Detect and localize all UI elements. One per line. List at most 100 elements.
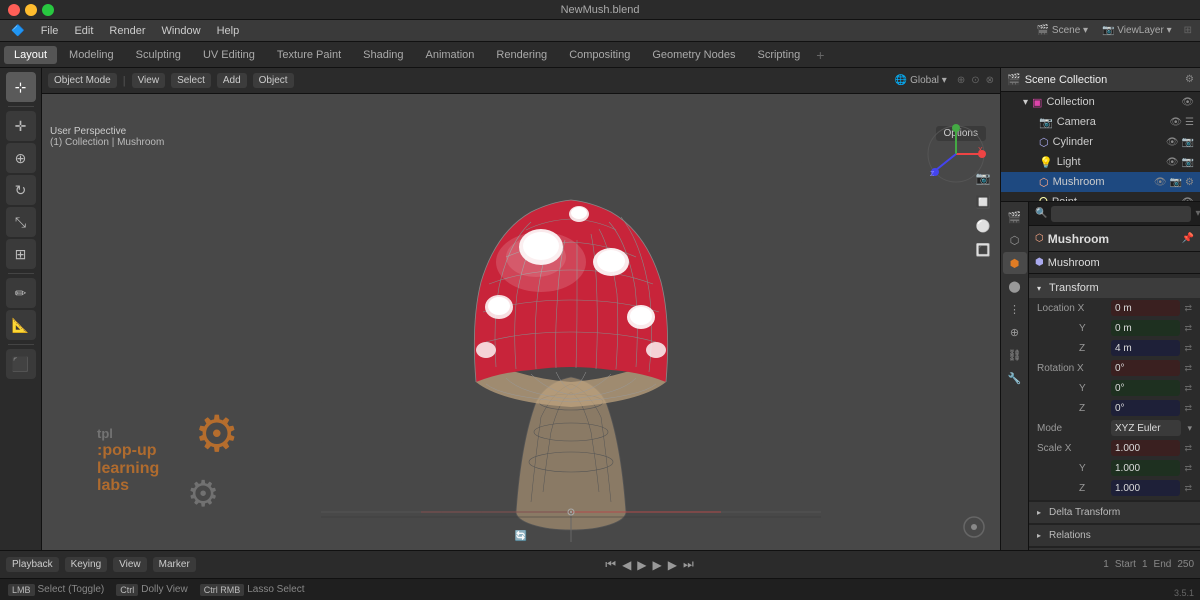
play-back-button[interactable]: ▶ bbox=[637, 558, 646, 572]
tab-layout[interactable]: Layout bbox=[4, 46, 57, 64]
eye-icon[interactable]: 👁 bbox=[1181, 97, 1194, 108]
collections-header[interactable]: ▸ Collections bbox=[1029, 547, 1200, 550]
location-y-field[interactable]: 0 m bbox=[1111, 320, 1180, 336]
global-selector[interactable]: 🌐 Global ▾ bbox=[895, 75, 947, 86]
delta-transform-header[interactable]: ▸ Delta Transform bbox=[1029, 501, 1200, 523]
rotation-y-arrow[interactable]: ⇄ bbox=[1184, 383, 1192, 394]
location-z-arrow[interactable]: ⇄ bbox=[1184, 343, 1192, 354]
scene-selector[interactable]: 🎬 Scene ▾ bbox=[1031, 25, 1094, 36]
overlay-button[interactable]: ⊗ bbox=[986, 75, 994, 86]
render-icon-light[interactable]: 📷 bbox=[1182, 157, 1194, 168]
view-menu-button[interactable]: View bbox=[132, 73, 166, 88]
mode-selector[interactable]: XYZ Euler bbox=[1111, 420, 1181, 436]
scale-z-arrow[interactable]: ⇄ bbox=[1184, 483, 1192, 494]
pin-icon[interactable]: 📌 bbox=[1182, 233, 1194, 244]
measure-tool-button[interactable]: 📐 bbox=[6, 310, 36, 340]
filter-icon[interactable]: ⚙ bbox=[1185, 74, 1194, 85]
eye-icon-light[interactable]: 👁 bbox=[1166, 157, 1179, 168]
location-y-arrow[interactable]: ⇄ bbox=[1184, 323, 1192, 334]
add-menu-button[interactable]: Add bbox=[217, 73, 247, 88]
annotate-tool-button[interactable]: ✏ bbox=[6, 278, 36, 308]
menu-file[interactable]: File bbox=[34, 23, 66, 39]
tab-shading[interactable]: Shading bbox=[353, 46, 413, 64]
play-forward-button[interactable]: ▶ bbox=[653, 558, 662, 572]
menu-help[interactable]: Help bbox=[210, 23, 247, 39]
step-forward-button[interactable]: ▶ bbox=[668, 558, 677, 572]
menu-edit[interactable]: Edit bbox=[67, 23, 100, 39]
location-x-arrow[interactable]: ⇄ bbox=[1184, 303, 1192, 314]
maximize-button[interactable] bbox=[42, 4, 54, 16]
menu-window[interactable]: Window bbox=[154, 23, 207, 39]
proportional-edit-button[interactable]: ⊙ bbox=[971, 75, 979, 86]
menu-blender[interactable]: 🔷 bbox=[4, 22, 32, 39]
transform-section-header[interactable]: ▾ Transform bbox=[1029, 278, 1200, 298]
mode-dropdown-icon[interactable]: ▾ bbox=[1187, 423, 1192, 434]
rotation-z-arrow[interactable]: ⇄ bbox=[1184, 403, 1192, 414]
scale-y-arrow[interactable]: ⇄ bbox=[1184, 463, 1192, 474]
select-icon-camera[interactable]: ☰ bbox=[1185, 117, 1194, 128]
tab-uv-editing[interactable]: UV Editing bbox=[193, 46, 265, 64]
data-icon-mushroom[interactable]: ⚙ bbox=[1185, 177, 1194, 188]
search-filter-icon[interactable]: ▾ bbox=[1195, 208, 1200, 219]
select-tool-button[interactable]: ⊹ bbox=[6, 72, 36, 102]
marker-button[interactable]: Marker bbox=[153, 557, 196, 572]
object-props-icon[interactable]: ⬡ bbox=[1003, 229, 1027, 251]
view-button[interactable]: View bbox=[113, 557, 147, 572]
rotate-tool-button[interactable]: ↻ bbox=[6, 175, 36, 205]
outliner-item-light[interactable]: 💡 Light 👁 📷 bbox=[1001, 152, 1200, 172]
bottom-right-nav[interactable] bbox=[962, 515, 986, 542]
tab-modeling[interactable]: Modeling bbox=[59, 46, 124, 64]
modifiers-props-icon[interactable]: 🔧 bbox=[1003, 367, 1027, 389]
rotation-x-field[interactable]: 0° bbox=[1111, 360, 1180, 376]
object-menu-button[interactable]: Object bbox=[253, 73, 294, 88]
menu-render[interactable]: Render bbox=[102, 23, 152, 39]
material-props-icon[interactable]: ⬤ bbox=[1003, 275, 1027, 297]
select-menu-button[interactable]: Select bbox=[171, 73, 211, 88]
add-tab-button[interactable]: + bbox=[816, 47, 824, 63]
skip-start-button[interactable]: ⏮ bbox=[605, 557, 616, 572]
tab-animation[interactable]: Animation bbox=[416, 46, 485, 64]
scale-tool-button[interactable]: ⤡ bbox=[6, 207, 36, 237]
eye-icon-mushroom[interactable]: 👁 bbox=[1154, 177, 1167, 188]
tab-compositing[interactable]: Compositing bbox=[559, 46, 640, 64]
step-back-button[interactable]: ◀ bbox=[622, 558, 631, 572]
viewport[interactable]: Object Mode | View Select Add Object 🌐 G… bbox=[42, 68, 1000, 550]
eye-icon-camera[interactable]: 👁 bbox=[1169, 117, 1182, 128]
outliner-item-camera[interactable]: 📷 Camera 👁 ☰ bbox=[1001, 112, 1200, 132]
snap-button[interactable]: ⊕ bbox=[957, 75, 965, 86]
rotation-x-arrow[interactable]: ⇄ bbox=[1184, 363, 1192, 374]
tab-rendering[interactable]: Rendering bbox=[486, 46, 557, 64]
cursor-tool-button[interactable]: ✛ bbox=[6, 111, 36, 141]
object-mode-button[interactable]: Object Mode bbox=[48, 73, 117, 88]
tab-sculpting[interactable]: Sculpting bbox=[126, 46, 191, 64]
outliner-item-cylinder[interactable]: ⬡ Cylinder 👁 📷 bbox=[1001, 132, 1200, 152]
scene-props-icon[interactable]: 🎬 bbox=[1003, 206, 1027, 228]
expand-icon[interactable]: ⊞ bbox=[1180, 25, 1196, 36]
location-z-field[interactable]: 4 m bbox=[1111, 340, 1180, 356]
scale-y-field[interactable]: 1.000 bbox=[1111, 460, 1180, 476]
outliner-item-mushroom[interactable]: ⬡ Mushroom 👁 📷 ⚙ bbox=[1001, 172, 1200, 192]
add-cube-button[interactable]: ⬛ bbox=[6, 349, 36, 379]
properties-search-input[interactable] bbox=[1051, 206, 1191, 222]
move-tool-button[interactable]: ⊕ bbox=[6, 143, 36, 173]
transform-tool-button[interactable]: ⊞ bbox=[6, 239, 36, 269]
render-icon-mushroom[interactable]: 📷 bbox=[1170, 177, 1182, 188]
rotation-y-field[interactable]: 0° bbox=[1111, 380, 1180, 396]
constraints-props-icon[interactable]: ⛓ bbox=[1003, 344, 1027, 366]
physics-props-icon[interactable]: ⊕ bbox=[1003, 321, 1027, 343]
minimize-button[interactable] bbox=[25, 4, 37, 16]
relations-header[interactable]: ▸ Relations bbox=[1029, 524, 1200, 546]
window-controls[interactable] bbox=[8, 4, 54, 16]
outliner-item-collection[interactable]: ▾ ▣ Collection 👁 bbox=[1001, 92, 1200, 112]
playback-menu-button[interactable]: Playback bbox=[6, 557, 59, 572]
close-button[interactable] bbox=[8, 4, 20, 16]
tab-geometry-nodes[interactable]: Geometry Nodes bbox=[642, 46, 745, 64]
scale-x-field[interactable]: 1.000 bbox=[1111, 440, 1180, 456]
skip-end-button[interactable]: ⏭ bbox=[683, 557, 694, 572]
keying-button[interactable]: Keying bbox=[65, 557, 108, 572]
eye-icon-cylinder[interactable]: 👁 bbox=[1166, 137, 1179, 148]
rotation-z-field[interactable]: 0° bbox=[1111, 400, 1180, 416]
object-data-props-icon[interactable]: ⬢ bbox=[1003, 252, 1027, 274]
tab-scripting[interactable]: Scripting bbox=[747, 46, 810, 64]
render-icon-cylinder[interactable]: 📷 bbox=[1182, 137, 1194, 148]
